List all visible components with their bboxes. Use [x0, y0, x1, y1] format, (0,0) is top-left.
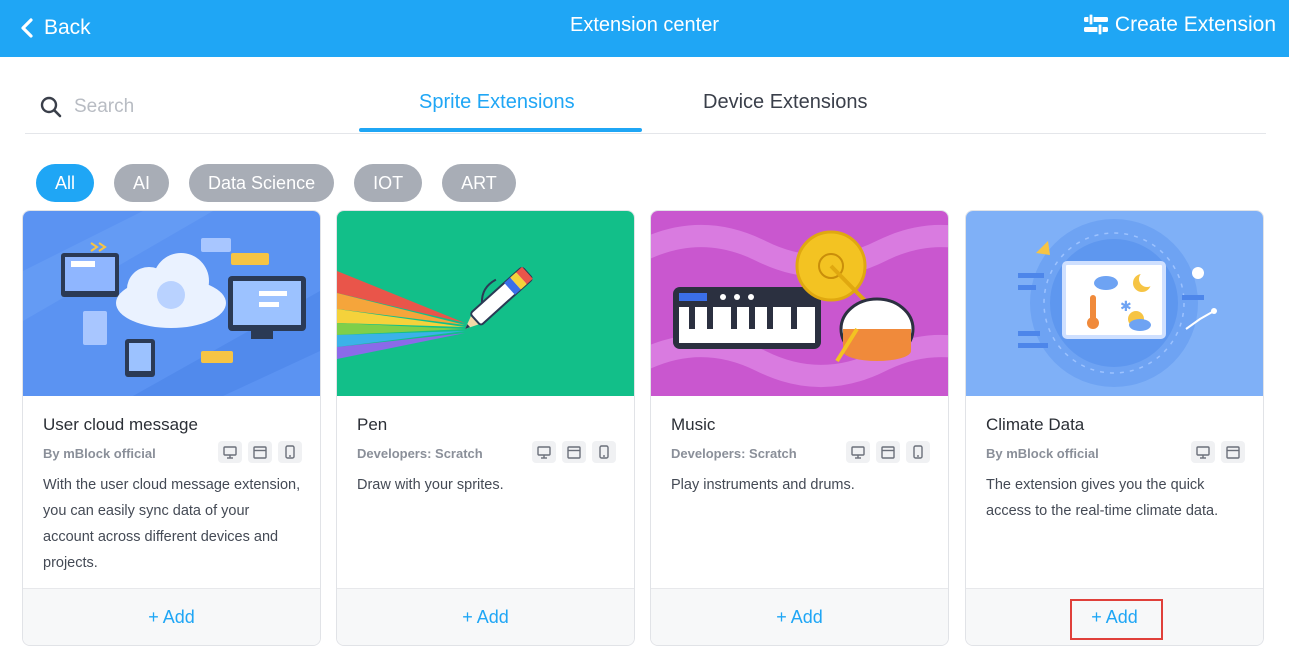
category-filters: All AI Data Science IOT ART — [36, 164, 516, 202]
add-button[interactable]: + Add — [337, 607, 634, 628]
desktop-icon — [532, 441, 556, 463]
add-button[interactable]: + Add — [966, 607, 1263, 628]
card-illustration-music — [651, 211, 948, 396]
desktop-icon — [218, 441, 242, 463]
active-tab-indicator — [359, 128, 642, 132]
card-developer: Developers: Scratch — [357, 446, 483, 461]
browser-icon — [1221, 441, 1245, 463]
filter-chip-art[interactable]: ART — [442, 164, 516, 202]
card-developer: By mBlock official — [986, 446, 1099, 461]
card-description: The extension gives you the quick access… — [986, 477, 1219, 519]
card-title: Music — [671, 415, 716, 434]
platform-badges — [532, 441, 616, 463]
platform-badges — [218, 441, 302, 463]
filter-chip-all[interactable]: All — [36, 164, 95, 202]
add-label: Add — [476, 607, 509, 627]
top-bar: Back Extension center Create Extension — [0, 0, 1289, 57]
desktop-icon — [846, 441, 870, 463]
search-box — [40, 96, 304, 118]
card-footer: + Add — [651, 588, 948, 645]
card-title: Pen — [357, 415, 388, 434]
filter-chip-ai[interactable]: AI — [114, 164, 170, 202]
browser-icon — [562, 441, 586, 463]
search-icon — [40, 96, 62, 118]
svg-text:✱: ✱ — [1120, 299, 1132, 315]
desktop-icon — [1191, 441, 1215, 463]
platform-badges — [846, 441, 930, 463]
extension-card-music[interactable]: Music Developers: Scratch Play instrumen… — [650, 210, 949, 646]
mobile-icon — [592, 441, 616, 463]
extension-builder-icon — [1083, 14, 1108, 36]
tab-device-extensions[interactable]: Device Extensions — [703, 91, 868, 114]
add-label: Add — [790, 607, 823, 627]
card-footer: + Add — [966, 588, 1263, 645]
extension-card-pen[interactable]: Pen Developers: Scratch Draw with your s… — [336, 210, 635, 646]
card-title: Climate Data — [986, 415, 1085, 434]
card-description: Play instruments and drums. — [671, 477, 855, 493]
add-label: Add — [1105, 607, 1138, 627]
tab-sprite-extensions[interactable]: Sprite Extensions — [419, 91, 575, 114]
add-button[interactable]: + Add — [23, 607, 320, 628]
extension-card-climate-data[interactable]: ✱ Climate Data By mBlock official The ex… — [965, 210, 1264, 646]
extension-card-user-cloud-message[interactable]: User cloud message By mBlock official Wi… — [22, 210, 321, 646]
browser-icon — [876, 441, 900, 463]
mobile-icon — [278, 441, 302, 463]
search-input[interactable] — [74, 96, 304, 118]
add-button[interactable]: + Add — [651, 607, 948, 628]
add-label: Add — [162, 607, 195, 627]
card-developer: Developers: Scratch — [671, 446, 797, 461]
tabs-divider — [25, 133, 1266, 134]
platform-badges — [1191, 441, 1245, 463]
create-extension-button[interactable]: Create Extension — [1083, 13, 1276, 37]
card-footer: + Add — [23, 588, 320, 645]
card-illustration-cloud — [23, 211, 320, 396]
card-illustration-climate: ✱ — [966, 211, 1263, 396]
create-extension-label: Create Extension — [1114, 13, 1276, 36]
card-title: User cloud message — [43, 415, 198, 434]
card-description: Draw with your sprites. — [357, 477, 504, 493]
card-description: With the user cloud message extension, y… — [43, 477, 301, 571]
mobile-icon — [906, 441, 930, 463]
filter-chip-iot[interactable]: IOT — [354, 164, 423, 202]
filter-chip-data-science[interactable]: Data Science — [189, 164, 335, 202]
card-footer: + Add — [337, 588, 634, 645]
card-illustration-pen — [337, 211, 634, 396]
card-developer: By mBlock official — [43, 446, 156, 461]
browser-icon — [248, 441, 272, 463]
